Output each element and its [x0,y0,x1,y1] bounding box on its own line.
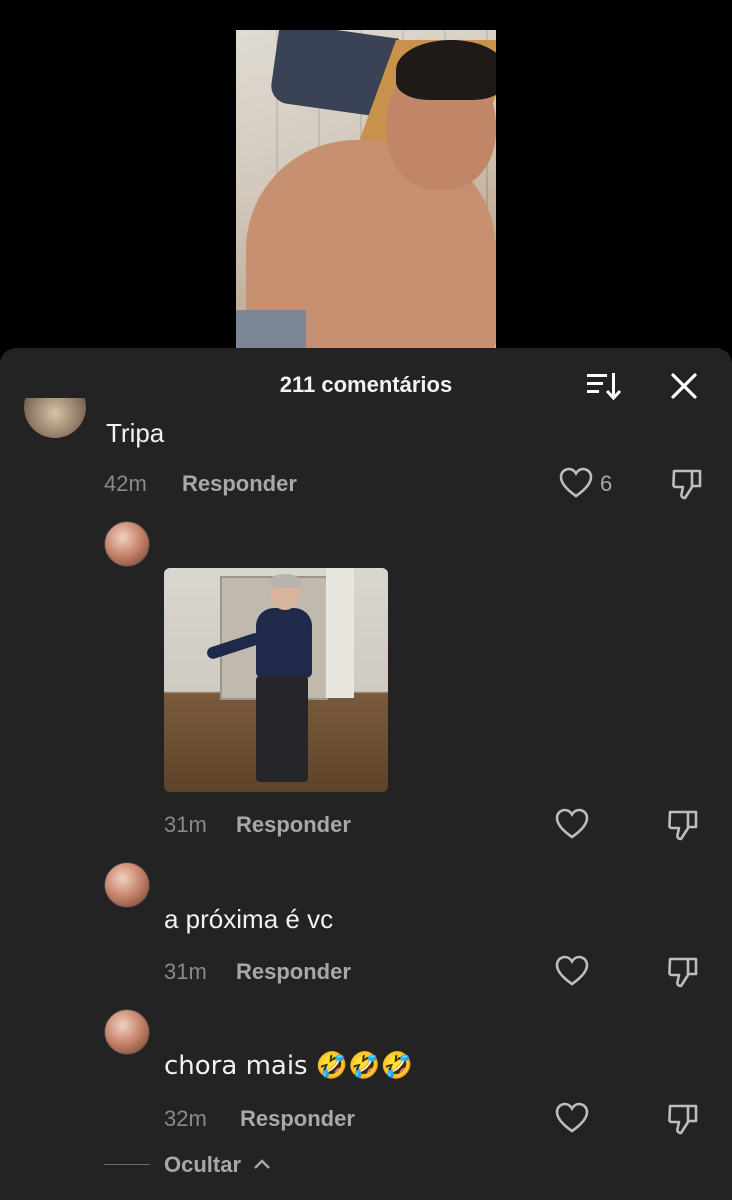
comment-time: 31m [164,812,207,837]
comments-header: 211 comentários [0,348,732,424]
video-subject-pants [236,310,306,348]
hide-replies-button[interactable]: Ocultar [164,1152,241,1178]
gif-attachment[interactable] [164,568,388,792]
heart-icon[interactable] [559,467,593,499]
chevron-up-icon[interactable] [253,1157,271,1171]
dislike-icon[interactable] [666,1102,700,1136]
comment-text: chora mais 🤣🤣🤣 [164,1051,413,1081]
reply-button[interactable]: Responder [240,1106,355,1132]
dislike-icon[interactable] [666,955,700,989]
comment-time: 32m [164,1106,207,1131]
comment-text: a próxima é vc [164,904,334,934]
avatar[interactable] [104,862,150,908]
dislike-icon[interactable] [670,467,704,501]
gif-person-torso [256,608,312,678]
gif-person-legs [256,676,308,782]
comment-count: 211 comentários [279,372,453,397]
gif-pillar [326,568,354,698]
avatar[interactable] [104,521,150,567]
avatar[interactable] [104,1009,150,1055]
replies-divider [104,1164,150,1165]
reply-button[interactable]: Responder [236,812,351,838]
comment-text: Tripa [106,418,165,448]
avatar[interactable] [24,398,86,440]
comment-time: 42m [104,471,147,496]
heart-icon[interactable] [555,955,589,987]
heart-icon[interactable] [555,1102,589,1134]
sort-icon[interactable] [585,370,621,402]
like-count: 6 [600,471,613,496]
reply-button[interactable]: Responder [182,471,297,497]
comment-time: 31m [164,959,207,984]
close-icon[interactable] [668,370,700,402]
video-preview[interactable] [236,30,496,348]
dislike-icon[interactable] [666,808,700,842]
heart-icon[interactable] [555,808,589,840]
video-subject-hair [396,40,496,100]
reply-button[interactable]: Responder [236,959,351,985]
gif-person-hair [270,574,300,588]
